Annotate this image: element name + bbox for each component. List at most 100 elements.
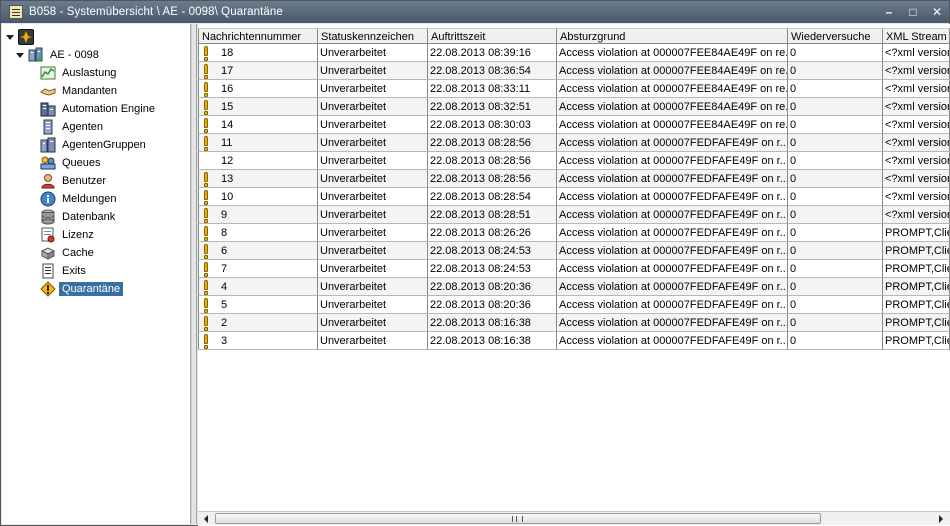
cell-status: Unverarbeitet — [318, 62, 428, 80]
tree-item-quarantäne[interactable]: Quarantäne — [40, 280, 124, 298]
tree-item-meldungen[interactable]: Meldungen — [40, 190, 119, 208]
quarantine-table: Nachrichtennummer Statuskennzeichen Auftri… — [198, 24, 950, 526]
column-header-status[interactable]: Statuskennzeichen — [318, 28, 428, 44]
tree-item-datenbank[interactable]: Datenbank — [40, 208, 118, 226]
exclamation-icon — [203, 333, 209, 349]
exclamation-icon — [203, 315, 209, 331]
minimize-button[interactable]: – — [881, 4, 897, 20]
cell-number: 3 — [198, 332, 318, 350]
tree-root[interactable] — [6, 28, 37, 46]
tree-label: Queues — [62, 157, 101, 169]
cell-status: Unverarbeitet — [318, 314, 428, 332]
cell-xml: <?xml version — [883, 206, 950, 224]
table-row[interactable]: 3 Unverarbeitet 22.08.2013 08:16:38 Access … — [198, 332, 950, 350]
cell-status: Unverarbeitet — [318, 170, 428, 188]
cell-status: Unverarbeitet — [318, 152, 428, 170]
tree-item-cache[interactable]: Cache — [40, 244, 97, 262]
exclamation-icon — [203, 189, 209, 205]
tree-label: Automation Engine — [62, 103, 155, 115]
cell-reason: Access violation at 000007FEE84AE49F on … — [557, 98, 788, 116]
tree-item-agentengruppen[interactable]: AgentenGruppen — [40, 136, 149, 154]
table-row[interactable]: 10 Unverarbeitet 22.08.2013 08:28:54 Access… — [198, 188, 950, 206]
table-row[interactable]: 18 Unverarbeitet 22.08.2013 08:39:16 Access… — [198, 44, 950, 62]
cell-time: 22.08.2013 08:16:38 — [428, 314, 557, 332]
tree-item-lizenz[interactable]: Lizenz — [40, 226, 97, 244]
cell-reason: Access violation at 000007FEDFAFE49F on … — [557, 278, 788, 296]
table-header: Nachrichtennummer Statuskennzeichen Auftri… — [198, 28, 950, 44]
table-row[interactable]: 4 Unverarbeitet 22.08.2013 08:20:36 Access … — [198, 278, 950, 296]
server-icon — [28, 47, 44, 63]
scroll-left-button[interactable] — [200, 512, 214, 525]
cell-retries: 0 — [788, 134, 883, 152]
exclamation-icon — [203, 135, 209, 151]
tree-item-agenten[interactable]: Agenten — [40, 118, 106, 136]
cell-retries: 0 — [788, 188, 883, 206]
grip-icon — [512, 516, 523, 522]
column-header-reason[interactable]: Absturzgrund — [557, 28, 788, 44]
exclamation-icon — [203, 225, 209, 241]
tree-label: Exits — [62, 265, 86, 277]
table-row[interactable]: 7 Unverarbeitet 22.08.2013 08:24:53 Access … — [198, 260, 950, 278]
maximize-button[interactable]: □ — [905, 4, 921, 20]
exclamation-icon — [203, 81, 209, 97]
cell-time: 22.08.2013 08:20:36 — [428, 278, 557, 296]
cell-xml: <?xml version — [883, 152, 950, 170]
warning-icon — [40, 281, 56, 297]
chart-icon — [40, 65, 56, 81]
cell-status: Unverarbeitet — [318, 260, 428, 278]
table-row[interactable]: 13 Unverarbeitet 22.08.2013 08:28:56 Access… — [198, 170, 950, 188]
tree-item-queues[interactable]: Queues — [40, 154, 104, 172]
scroll-thumb[interactable] — [215, 513, 821, 524]
table-row[interactable]: 2 Unverarbeitet 22.08.2013 08:16:38 Access … — [198, 314, 950, 332]
cell-retries: 0 — [788, 278, 883, 296]
cell-xml: PROMPT,Clien — [883, 332, 950, 350]
cell-number: 13 — [198, 170, 318, 188]
table-row[interactable]: 9 Unverarbeitet 22.08.2013 08:28:51 Access … — [198, 206, 950, 224]
tree-item-benutzer[interactable]: Benutzer — [40, 172, 109, 190]
pane-splitter[interactable] — [191, 24, 197, 524]
tree-item-exits[interactable]: Exits — [40, 262, 89, 280]
cell-number: 9 — [198, 206, 318, 224]
scroll-right-button[interactable] — [934, 512, 948, 525]
title-bar[interactable]: B058 - Systemübersicht \ AE - 0098\ Quar… — [1, 1, 949, 23]
column-header-number[interactable]: Nachrichtennummer — [198, 28, 318, 44]
cell-reason: Access violation at 000007FEE84AE49F on … — [557, 116, 788, 134]
tree-item-automation-engine[interactable]: Automation Engine — [40, 100, 158, 118]
table-row[interactable]: 16 Unverarbeitet 22.08.2013 08:33:11 Access… — [198, 80, 950, 98]
table-row[interactable]: 8 Unverarbeitet 22.08.2013 08:26:26 Access … — [198, 224, 950, 242]
table-row[interactable]: 17 Unverarbeitet 22.08.2013 08:36:54 Access… — [198, 62, 950, 80]
tree-label: AE - 0098 — [50, 49, 99, 61]
table-row[interactable]: 12 Unverarbeitet 22.08.2013 08:28:56 Access… — [198, 152, 950, 170]
table-row[interactable]: 14 Unverarbeitet 22.08.2013 08:30:03 Access… — [198, 116, 950, 134]
column-header-xml[interactable]: XML Stream — [883, 28, 950, 44]
cell-retries: 0 — [788, 98, 883, 116]
exclamation-icon — [203, 243, 209, 259]
cell-retries: 0 — [788, 116, 883, 134]
column-header-retries[interactable]: Wiederversuche — [788, 28, 883, 44]
table-row[interactable]: 11 Unverarbeitet 22.08.2013 08:28:56 Access… — [198, 134, 950, 152]
expand-icon[interactable] — [16, 52, 24, 58]
tree-item-mandanten[interactable]: Mandanten — [40, 82, 120, 100]
column-header-time[interactable]: Auftrittszeit — [428, 28, 557, 44]
horizontal-scrollbar[interactable] — [198, 511, 950, 525]
tree-item-server[interactable]: AE - 0098 — [16, 46, 102, 64]
expand-icon[interactable] — [6, 34, 14, 40]
cell-time: 22.08.2013 08:32:51 — [428, 98, 557, 116]
tree-item-auslastung[interactable]: Auslastung — [40, 64, 119, 82]
agent-group-icon — [40, 137, 56, 153]
cell-number: 12 — [198, 152, 318, 170]
queue-icon — [40, 155, 56, 171]
table-row[interactable]: 5 Unverarbeitet 22.08.2013 08:20:36 Access … — [198, 296, 950, 314]
cell-number: 8 — [198, 224, 318, 242]
exclamation-icon — [203, 99, 209, 115]
close-button[interactable]: ✕ — [929, 4, 945, 20]
navigation-tree[interactable]: AE - 0098 Auslastung Mandanten Automation … — [2, 24, 191, 524]
cell-xml: PROMPT,Clien — [883, 314, 950, 332]
cell-status: Unverarbeitet — [318, 278, 428, 296]
table-row[interactable]: 6 Unverarbeitet 22.08.2013 08:24:53 Access … — [198, 242, 950, 260]
cell-xml: <?xml version — [883, 98, 950, 116]
cell-time: 22.08.2013 08:28:51 — [428, 206, 557, 224]
cell-retries: 0 — [788, 242, 883, 260]
cell-status: Unverarbeitet — [318, 134, 428, 152]
table-row[interactable]: 15 Unverarbeitet 22.08.2013 08:32:51 Access… — [198, 98, 950, 116]
